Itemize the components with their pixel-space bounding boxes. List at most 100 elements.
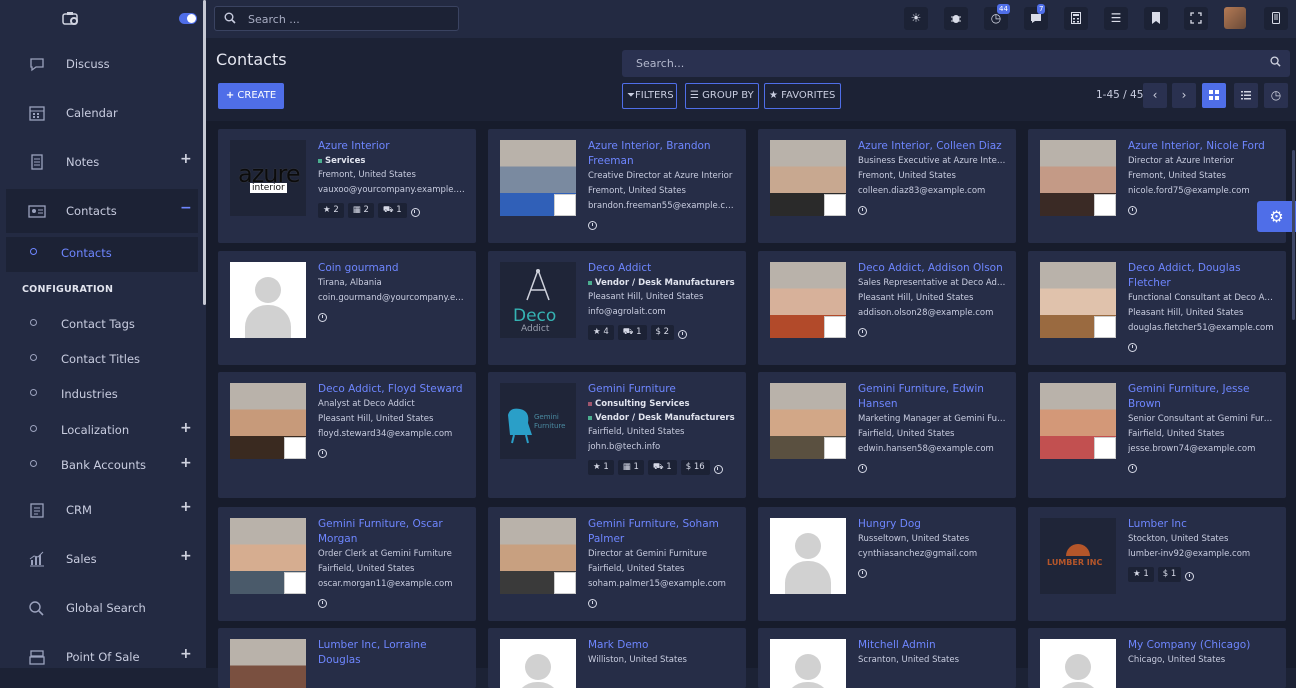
contact-card[interactable]: Deco Addict, Addison Olson Sales Represen… <box>758 251 1016 365</box>
contacts-search-input[interactable]: Search... <box>622 50 1290 77</box>
contact-card[interactable]: Gemini Furniture, Jesse Brown Senior Cons… <box>1028 372 1286 498</box>
stat-badge[interactable]: $ 1 <box>1157 567 1182 582</box>
sidebar-item-sales[interactable]: Sales + <box>6 537 198 581</box>
activity-clock-icon[interactable] <box>713 465 723 474</box>
global-search-input[interactable]: Search ... <box>214 6 459 31</box>
fullscreen-icon[interactable] <box>1184 7 1208 30</box>
settings-gear-icon[interactable]: ⚙ <box>1257 201 1296 232</box>
contact-name[interactable]: Lumber Inc, Lorraine Douglas <box>318 638 466 668</box>
contact-name[interactable]: Azure Interior, Brandon Freeman <box>588 139 736 169</box>
stat-badge[interactable]: ⛟ 1 <box>647 460 677 475</box>
stat-badge[interactable]: ★ 2 <box>318 203 344 218</box>
activity-clock-icon[interactable] <box>1185 572 1195 581</box>
activity-clock-icon[interactable] <box>678 330 688 339</box>
camera-icon[interactable] <box>62 10 80 26</box>
contact-card[interactable]: Azure Interior, Brandon Freeman Creative … <box>488 129 746 243</box>
list-view-button[interactable] <box>1234 83 1258 108</box>
contact-card[interactable]: Gemini Furniture, Edwin Hansen Marketing … <box>758 372 1016 498</box>
contact-card[interactable]: Gemini Furniture, Soham Palmer Director a… <box>488 507 746 621</box>
sidebar-item-localization[interactable]: Localization + <box>6 414 198 449</box>
theme-toggle[interactable] <box>179 13 197 24</box>
calculator-icon[interactable] <box>1064 7 1088 30</box>
activity-view-button[interactable]: ◷ <box>1264 83 1288 108</box>
page-scrollbar[interactable] <box>1292 150 1295 320</box>
contact-name[interactable]: Gemini Furniture <box>588 382 736 397</box>
expand-plus-icon[interactable]: + <box>180 548 192 564</box>
expand-plus-icon[interactable]: + <box>180 646 192 662</box>
contact-name[interactable]: Azure Interior, Colleen Diaz <box>858 139 1006 154</box>
contact-name[interactable]: Deco Addict, Douglas Fletcher <box>1128 261 1276 291</box>
activity-clock-icon[interactable] <box>410 208 420 217</box>
sidebar-item-bank-accounts[interactable]: Bank Accounts + <box>6 449 198 484</box>
contact-name[interactable]: Azure Interior, Nicole Ford <box>1128 139 1276 154</box>
activity-clock-icon[interactable] <box>318 449 327 458</box>
activity-clock-icon[interactable] <box>858 569 867 578</box>
contact-name[interactable]: Mark Demo <box>588 638 736 653</box>
mobile-icon[interactable] <box>1264 7 1288 30</box>
expand-plus-icon[interactable]: + <box>180 455 192 471</box>
contact-card[interactable]: Gemini Furniture Gemini Furniture Consulti… <box>488 372 746 498</box>
stat-badge[interactable]: ★ 4 <box>588 325 614 340</box>
sidebar-item-calendar[interactable]: Calendar <box>6 91 198 135</box>
activity-clock-icon[interactable] <box>1128 206 1137 215</box>
stat-badge[interactable]: ⛟ 1 <box>617 325 647 340</box>
contact-name[interactable]: Gemini Furniture, Edwin Hansen <box>858 382 1006 412</box>
sidebar-item-industries[interactable]: Industries <box>6 378 198 413</box>
contact-name[interactable]: Gemini Furniture, Soham Palmer <box>588 517 736 547</box>
contact-name[interactable]: Lumber Inc <box>1128 517 1276 532</box>
sidebar-item-notes[interactable]: Notes + <box>6 140 198 184</box>
expand-plus-icon[interactable]: + <box>180 499 192 515</box>
sidebar-item-point-of-sale[interactable]: Point Of Sale + <box>6 635 198 668</box>
contact-card[interactable]: Gemini Furniture, Oscar Morgan Order Cler… <box>218 507 476 621</box>
stat-badge[interactable]: ▦ 1 <box>617 460 644 475</box>
stat-badge[interactable]: $ 16 <box>680 460 710 475</box>
stat-badge[interactable]: $ 2 <box>650 325 675 340</box>
contact-name[interactable]: Azure Interior <box>318 139 466 154</box>
activity-clock-icon[interactable] <box>318 599 327 608</box>
stat-badge[interactable]: ⛟ 1 <box>377 203 407 218</box>
activity-clock-icon[interactable] <box>318 313 327 322</box>
sidebar-item-global-search[interactable]: Global Search <box>6 586 198 630</box>
contact-name[interactable]: Mitchell Admin <box>858 638 1006 653</box>
activity-clock-icon[interactable]: ◷ 44 <box>984 4 1010 30</box>
contact-name[interactable]: My Company (Chicago) <box>1128 638 1276 653</box>
favorites-button[interactable]: ★ FAVORITES <box>764 83 841 109</box>
activity-clock-icon[interactable] <box>588 221 597 230</box>
contact-card[interactable]: Deco Addict Deco Addict Vendor / Desk Manuf… <box>488 251 746 365</box>
contact-card[interactable]: Lumber Inc, Lorraine Douglas <box>218 628 476 688</box>
contact-card[interactable]: Azure Interior, Nicole Ford Director at A… <box>1028 129 1286 243</box>
activity-clock-icon[interactable] <box>588 599 597 608</box>
theme-sun-icon[interactable]: ☀ <box>904 7 928 30</box>
contact-card[interactable]: Mark Demo Williston, United States <box>488 628 746 688</box>
contact-card[interactable]: Deco Addict, Floyd Steward Analyst at Dec… <box>218 372 476 498</box>
stat-badge[interactable]: ★ 1 <box>1128 567 1154 582</box>
contact-card[interactable]: Hungry Dog Russeltown, United States cynth… <box>758 507 1016 621</box>
contact-name[interactable]: Gemini Furniture, Oscar Morgan <box>318 517 466 547</box>
contact-card[interactable]: azure interior Azure Interior Services Fremo… <box>218 129 476 243</box>
contact-name[interactable]: Coin gourmand <box>318 261 466 276</box>
sidebar-item-contacts[interactable]: Contacts − <box>6 189 198 233</box>
contact-name[interactable]: Hungry Dog <box>858 517 1006 532</box>
menu-list-icon[interactable]: ☰ <box>1104 7 1128 30</box>
create-button[interactable]: + CREATE <box>218 83 284 109</box>
collapse-minus-icon[interactable]: − <box>180 200 192 216</box>
messages-icon[interactable]: 7 <box>1024 4 1048 30</box>
stat-badge[interactable]: ▦ 2 <box>347 203 374 218</box>
sidebar-item-discuss[interactable]: Discuss <box>6 42 198 86</box>
kanban-view-button[interactable] <box>1202 83 1226 108</box>
group-by-button[interactable]: ☰ GROUP BY <box>685 83 759 109</box>
sidebar-item-crm[interactable]: CRM + <box>6 488 198 532</box>
contact-card[interactable]: Coin gourmand Tirana, Albania coin.gourman… <box>218 251 476 365</box>
pager-previous-button[interactable]: ‹ <box>1143 83 1167 108</box>
activity-clock-icon[interactable] <box>858 464 867 473</box>
pager-next-button[interactable]: › <box>1172 83 1196 108</box>
activity-clock-icon[interactable] <box>1128 343 1137 352</box>
activity-clock-icon[interactable] <box>858 206 867 215</box>
contact-name[interactable]: Deco Addict, Floyd Steward <box>318 382 466 397</box>
contact-card[interactable]: LUMBER INC Lumber Inc Stockton, United Sta… <box>1028 507 1286 621</box>
bookmark-icon[interactable] <box>1144 7 1168 30</box>
contact-name[interactable]: Deco Addict <box>588 261 736 276</box>
activity-clock-icon[interactable] <box>1128 464 1137 473</box>
contact-name[interactable]: Gemini Furniture, Jesse Brown <box>1128 382 1276 412</box>
sidebar-subitem-contacts[interactable]: Contacts <box>6 237 198 272</box>
